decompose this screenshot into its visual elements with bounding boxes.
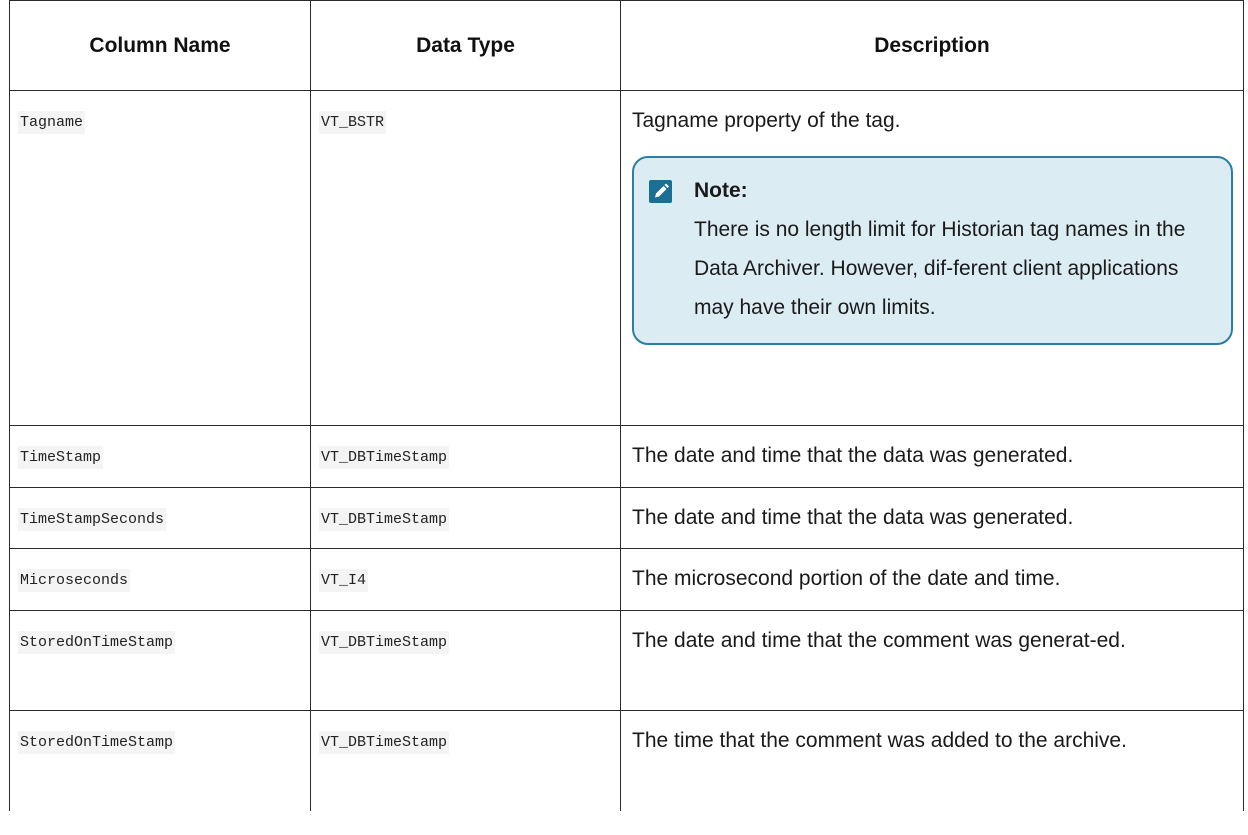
data-type-code: VT_DBTimeStamp bbox=[319, 631, 450, 654]
description-text: The date and time that the data was gene… bbox=[632, 444, 1074, 467]
cell-column-name: TimeStamp bbox=[9, 425, 311, 488]
cell-description: The date and time that the comment was g… bbox=[620, 610, 1244, 711]
column-name-code: Tagname bbox=[18, 111, 86, 134]
description-text: Tagname property of the tag. bbox=[632, 109, 901, 132]
column-name-code: StoredOnTimeStamp bbox=[18, 731, 176, 754]
cell-column-name: Microseconds bbox=[9, 548, 311, 611]
data-types-table: Column Name Data Type Description Tagnam… bbox=[9, 0, 1244, 811]
note-label: Note: bbox=[694, 179, 748, 202]
cell-column-name: Tagname bbox=[9, 90, 311, 426]
cell-data-type: VT_I4 bbox=[310, 548, 621, 611]
table-row: StoredOnTimeStamp VT_DBTimeStamp The dat… bbox=[9, 610, 1244, 711]
description-text: The time that the comment was added to t… bbox=[632, 729, 1127, 752]
cell-data-type: VT_DBTimeStamp bbox=[310, 487, 621, 549]
table-row: TimeStampSeconds VT_DBTimeStamp The date… bbox=[9, 487, 1244, 549]
data-type-code: VT_DBTimeStamp bbox=[319, 731, 450, 754]
data-type-code: VT_DBTimeStamp bbox=[319, 446, 450, 469]
cell-description: The time that the comment was added to t… bbox=[620, 710, 1244, 811]
column-name-code: TimeStampSeconds bbox=[18, 508, 167, 531]
table-row: StoredOnTimeStamp VT_DBTimeStamp The tim… bbox=[9, 710, 1244, 811]
cell-data-type: VT_DBTimeStamp bbox=[310, 425, 621, 488]
cell-data-type: VT_DBTimeStamp bbox=[310, 610, 621, 711]
description-text: The microsecond portion of the date and … bbox=[632, 567, 1061, 590]
cell-description: The microsecond portion of the date and … bbox=[620, 548, 1244, 611]
description-text: The date and time that the comment was g… bbox=[632, 629, 1126, 652]
note-callout: Note: There is no length limit for Histo… bbox=[632, 156, 1233, 345]
cell-description: The date and time that the data was gene… bbox=[620, 425, 1244, 488]
cell-description: Tagname property of the tag. Note: There… bbox=[620, 90, 1244, 426]
column-name-code: TimeStamp bbox=[18, 446, 104, 469]
note-text: There is no length limit for Historian t… bbox=[694, 218, 1186, 319]
table-header-row: Column Name Data Type Description bbox=[9, 0, 1244, 91]
column-name-code: Microseconds bbox=[18, 569, 131, 592]
header-column-name: Column Name bbox=[9, 0, 311, 91]
header-description: Description bbox=[620, 0, 1244, 91]
cell-column-name: StoredOnTimeStamp bbox=[9, 610, 311, 711]
data-type-code: VT_DBTimeStamp bbox=[319, 508, 450, 531]
data-type-code: VT_BSTR bbox=[319, 111, 387, 134]
cell-description: The date and time that the data was gene… bbox=[620, 487, 1244, 549]
cell-data-type: VT_BSTR bbox=[310, 90, 621, 426]
cell-column-name: StoredOnTimeStamp bbox=[9, 710, 311, 811]
cell-data-type: VT_DBTimeStamp bbox=[310, 710, 621, 811]
description-text: The date and time that the data was gene… bbox=[632, 506, 1074, 529]
header-data-type: Data Type bbox=[310, 0, 621, 91]
table-row: Microseconds VT_I4 The microsecond porti… bbox=[9, 548, 1244, 611]
data-type-code: VT_I4 bbox=[319, 569, 369, 592]
cell-column-name: TimeStampSeconds bbox=[9, 487, 311, 549]
pencil-note-icon bbox=[649, 180, 672, 203]
table-row: Tagname VT_BSTR Tagname property of the … bbox=[9, 90, 1244, 426]
note-body: Note: There is no length limit for Histo… bbox=[694, 172, 1215, 327]
column-name-code: StoredOnTimeStamp bbox=[18, 631, 176, 654]
table-row: TimeStamp VT_DBTimeStamp The date and ti… bbox=[9, 425, 1244, 488]
